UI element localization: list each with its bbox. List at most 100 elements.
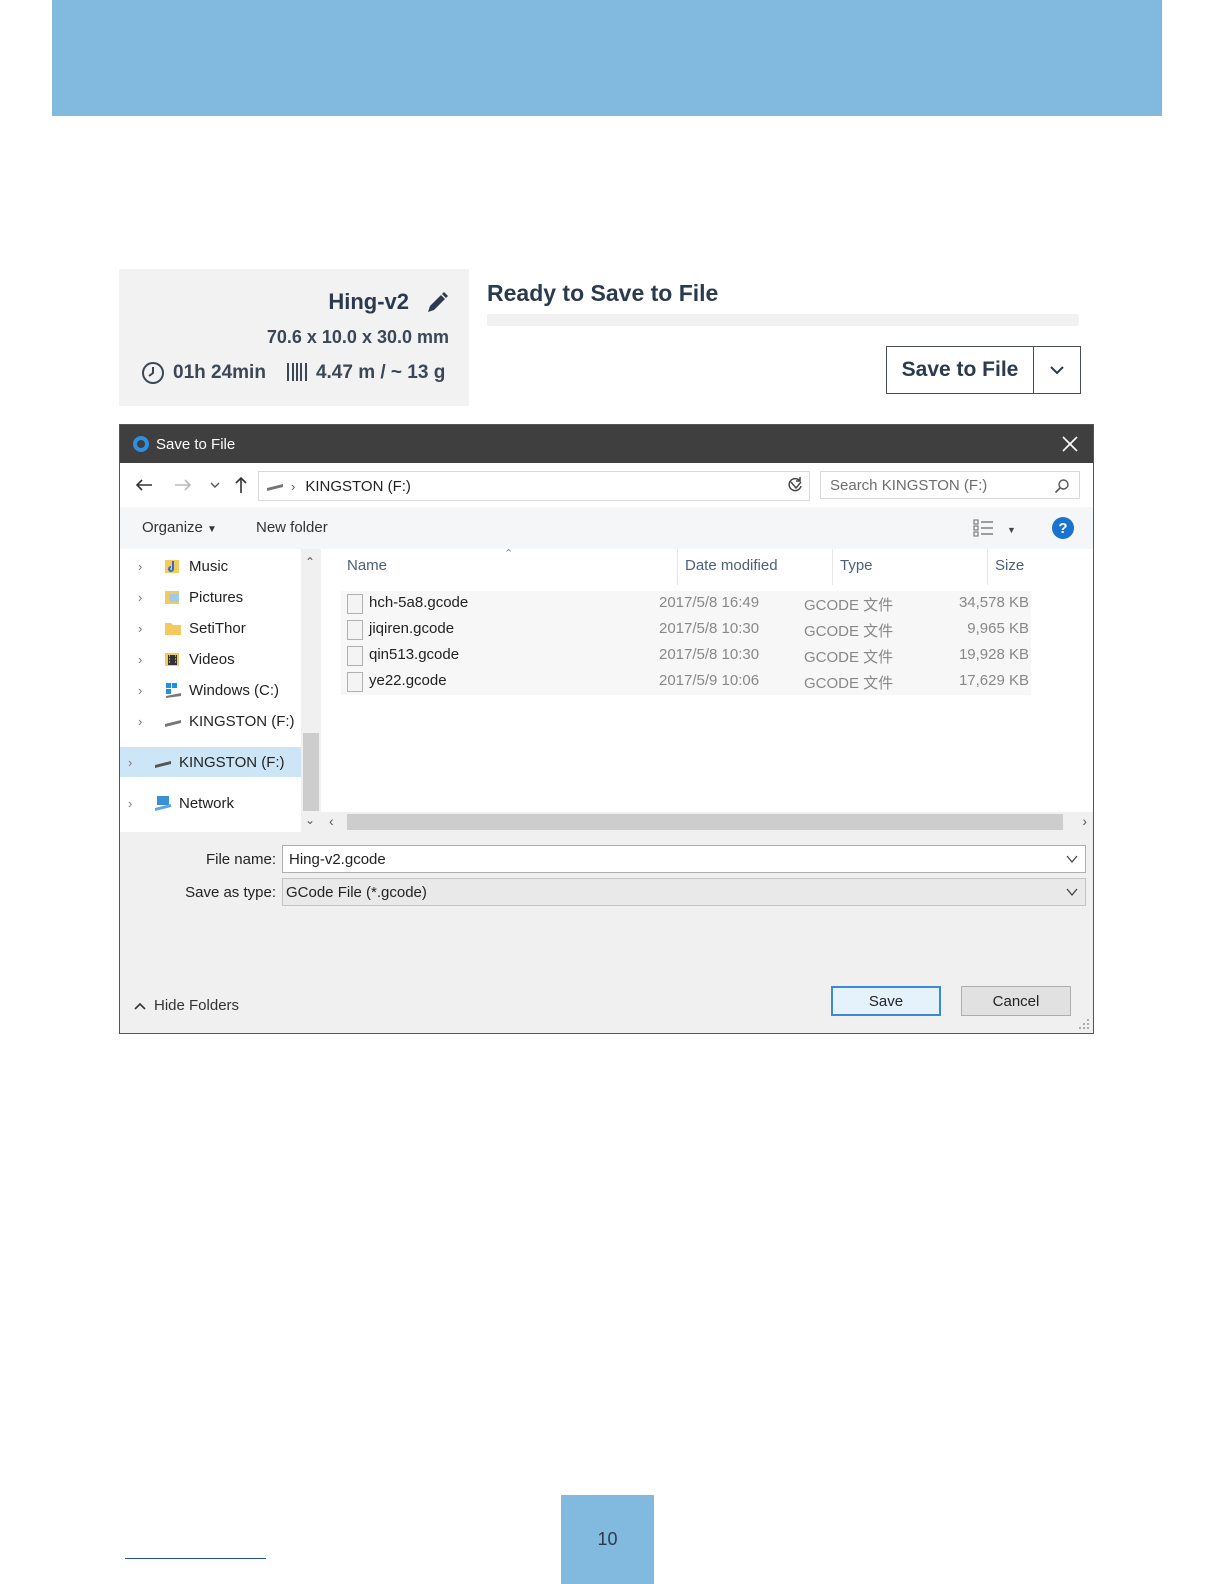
nav-item-label: SetiThor (189, 619, 246, 637)
clock-icon (142, 362, 164, 384)
file-icon (347, 672, 363, 692)
chevron-right-icon[interactable]: › (138, 652, 150, 667)
file-type: GCODE 文件 (804, 623, 894, 640)
cancel-button[interactable]: Cancel (961, 986, 1071, 1016)
address-bar[interactable]: › KINGSTON (F:) (258, 471, 810, 501)
file-list-scrollbar[interactable]: ‹ › (321, 812, 1093, 832)
videos-folder-icon (165, 653, 179, 666)
hide-folders-toggle[interactable]: Hide Folders (134, 997, 239, 1014)
search-placeholder: Search KINGSTON (F:) (830, 476, 988, 494)
help-button[interactable]: ? (1052, 517, 1074, 539)
column-divider[interactable] (677, 549, 678, 585)
back-button[interactable] (134, 475, 154, 495)
windows-drive-icon (166, 683, 181, 698)
nav-item-kingston-f[interactable]: › KINGSTON (F:) (120, 706, 301, 736)
print-time: 01h 24min (173, 362, 266, 383)
scroll-left-icon[interactable]: ‹ (329, 813, 334, 829)
chevron-right-icon[interactable]: › (128, 796, 140, 811)
nav-item-music[interactable]: › Music (120, 551, 301, 581)
nav-item-kingston-f-root[interactable]: › KINGSTON (F:) (120, 747, 301, 777)
scroll-up-icon[interactable]: ⌃ (305, 555, 315, 569)
nav-item-label: Music (189, 557, 229, 575)
column-header-name[interactable]: Name (347, 557, 387, 574)
chevron-right-icon[interactable]: › (138, 683, 150, 698)
organize-label: Organize (142, 519, 203, 536)
save-to-file-button[interactable]: Save to File (887, 347, 1034, 393)
breadcrumb-location[interactable]: KINGSTON (F:) (305, 478, 411, 495)
drive-icon (267, 484, 283, 491)
nav-item-label: Videos (189, 650, 235, 668)
view-options-icon[interactable] (973, 519, 995, 537)
file-name: ye22.gcode (369, 672, 447, 689)
file-type: GCODE 文件 (804, 597, 894, 614)
save-to-file-split-button: Save to File (886, 346, 1081, 394)
chevron-right-icon[interactable]: › (138, 590, 150, 605)
job-info-card: Hing-v2 70.6 x 10.0 x 30.0 mm 01h 24min … (119, 269, 469, 406)
nav-item-pictures[interactable]: › Pictures (120, 582, 301, 612)
save-file-dialog: Save to File › KINGSTON (F:) Search KING… (119, 424, 1094, 1034)
refresh-icon[interactable] (785, 475, 805, 495)
file-name-value: Hing-v2.gcode (289, 850, 386, 868)
search-icon (1054, 479, 1069, 494)
arrow-right-icon (175, 479, 192, 491)
file-size: 9,965 KB (967, 620, 1029, 637)
file-name: hch-5a8.gcode (369, 594, 469, 611)
file-row[interactable]: jiqiren.gcode 2017/5/8 10:30 GCODE 文件 9,… (341, 617, 1031, 643)
footnote-rule (125, 1558, 266, 1559)
new-folder-button[interactable]: New folder (256, 519, 328, 536)
file-name-field[interactable]: Hing-v2.gcode (282, 845, 1086, 873)
file-icon (347, 594, 363, 614)
close-icon[interactable] (1061, 435, 1079, 453)
nav-item-windows-c[interactable]: › Windows (C:) (120, 675, 301, 705)
column-divider[interactable] (832, 549, 833, 585)
column-divider[interactable] (987, 549, 988, 585)
progress-bar (487, 314, 1079, 326)
scrollbar-thumb[interactable] (303, 733, 319, 811)
arrow-up-icon (235, 476, 247, 493)
scrollbar-thumb[interactable] (347, 814, 1063, 830)
pictures-folder-icon (165, 591, 179, 604)
nav-item-setithor[interactable]: › SetiThor (120, 613, 301, 643)
save-button[interactable]: Save (831, 986, 941, 1016)
organize-menu[interactable]: Organize ▼ (142, 519, 217, 536)
column-header-type[interactable]: Type (840, 557, 873, 574)
nav-item-videos[interactable]: › Videos (120, 644, 301, 674)
page-number: 10 (561, 1495, 654, 1584)
scroll-right-icon[interactable]: › (1082, 813, 1087, 829)
save-type-select[interactable]: GCode File (*.gcode) (282, 878, 1086, 906)
file-row[interactable]: hch-5a8.gcode 2017/5/8 16:49 GCODE 文件 34… (341, 591, 1031, 617)
scroll-down-icon[interactable]: ⌄ (305, 813, 315, 827)
search-input[interactable]: Search KINGSTON (F:) (820, 471, 1080, 499)
file-row[interactable]: qin513.gcode 2017/5/8 10:30 GCODE 文件 19,… (341, 643, 1031, 669)
file-size: 17,629 KB (958, 672, 1029, 689)
pencil-icon[interactable] (425, 291, 449, 315)
file-icon (347, 620, 363, 640)
resize-grip-icon[interactable] (1078, 1018, 1090, 1030)
chevron-right-icon[interactable]: › (128, 755, 140, 770)
file-type: GCODE 文件 (804, 675, 894, 692)
breadcrumb-separator-icon: › (291, 478, 296, 494)
dialog-toolbar: Organize ▼ New folder ▼ ? (120, 507, 1093, 549)
chevron-right-icon[interactable]: › (138, 559, 150, 574)
caret-down-icon[interactable]: ▼ (1007, 525, 1016, 535)
forward-button[interactable] (173, 475, 193, 495)
job-name: Hing-v2 (328, 289, 409, 314)
file-name-label: File name: (205, 851, 276, 868)
nav-item-network[interactable]: › Network (120, 788, 301, 818)
up-button[interactable] (231, 475, 251, 495)
chevron-down-icon[interactable] (1065, 885, 1079, 899)
save-type-value: GCode File (*.gcode) (286, 883, 427, 901)
chevron-right-icon[interactable]: › (138, 621, 150, 636)
chevron-up-icon (134, 1002, 146, 1010)
column-header-date[interactable]: Date modified (685, 557, 778, 574)
chevron-down-icon[interactable] (1065, 852, 1079, 866)
file-row[interactable]: ye22.gcode 2017/5/9 10:06 GCODE 文件 17,62… (341, 669, 1031, 695)
nav-pane-scrollbar[interactable]: ⌃ ⌄ (301, 549, 321, 832)
chevron-right-icon[interactable]: › (138, 714, 150, 729)
nav-item-label: Windows (C:) (189, 681, 280, 699)
column-header-size[interactable]: Size (995, 557, 1024, 574)
save-options-dropdown[interactable] (1034, 347, 1080, 393)
navigation-bar: › KINGSTON (F:) Search KINGSTON (F:) (120, 463, 1093, 507)
chevron-down-icon (1050, 366, 1064, 375)
recent-locations-button[interactable] (205, 475, 225, 495)
